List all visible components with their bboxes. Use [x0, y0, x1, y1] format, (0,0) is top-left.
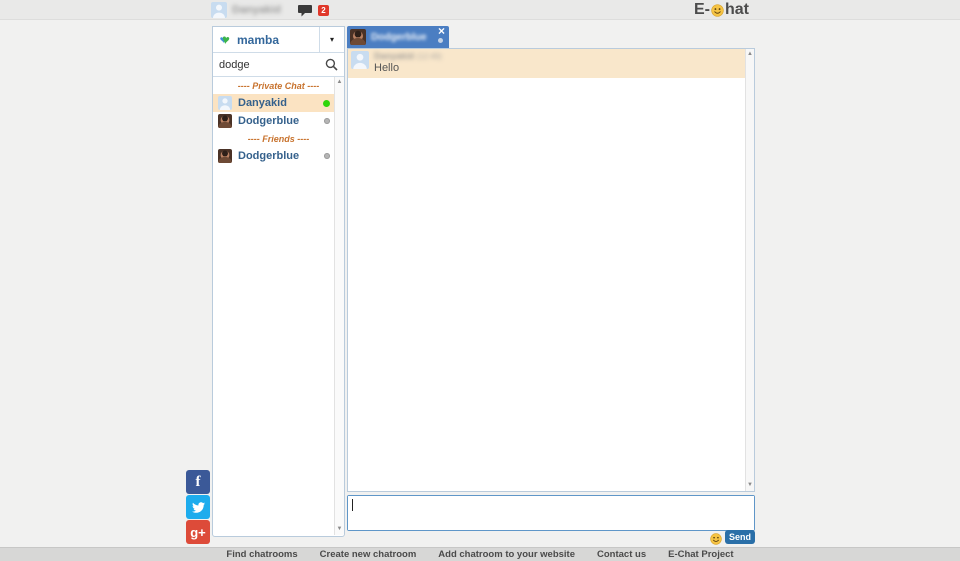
footer-link-contact-us[interactable]: Contact us — [597, 549, 646, 560]
tab-avatar — [350, 29, 366, 45]
group-divider-friends: ---- Friends ---- — [213, 130, 344, 147]
message-row: Danyakid (12:49) Hello — [348, 49, 745, 78]
footer-link-echat-project[interactable]: E-Chat Project — [668, 549, 733, 560]
offline-status-dot — [324, 153, 330, 159]
message-text: Hello — [374, 62, 742, 75]
scroll-down-arrow[interactable]: ▼ — [335, 525, 344, 534]
current-user-chip[interactable]: Danyakid 2 — [211, 2, 329, 18]
offline-status-dot — [324, 118, 330, 124]
tab-title: Dodgerblue — [371, 32, 433, 43]
contact-row-dodgerblue[interactable]: Dodgerblue — [213, 112, 344, 130]
current-user-name: Danyakid — [232, 4, 281, 16]
search-icon[interactable] — [325, 58, 338, 71]
friend-row-dodgerblue[interactable]: Dodgerblue — [213, 147, 344, 165]
message-author-avatar — [351, 51, 369, 69]
scroll-up-arrow[interactable]: ▲ — [335, 78, 344, 87]
facebook-icon[interactable]: f — [186, 470, 210, 494]
message-author-name: Danyakid — [374, 51, 414, 61]
contact-avatar — [218, 149, 232, 163]
logo-text-prefix: E- — [694, 1, 710, 19]
sidebar-scrollbar[interactable]: ▲ ▼ — [334, 77, 344, 535]
scroll-down-arrow[interactable]: ▼ — [746, 481, 754, 490]
contact-avatar — [218, 96, 232, 110]
message-input[interactable] — [348, 496, 754, 530]
footer-link-create-chatroom[interactable]: Create new chatroom — [320, 549, 417, 560]
chat-bubble-icon[interactable] — [298, 4, 312, 16]
network-dropdown-button[interactable]: ▾ — [319, 27, 344, 52]
mamba-hearts-icon: ♥♥ — [213, 32, 237, 47]
group-divider-private-chat: ---- Private Chat ---- — [213, 77, 344, 94]
footer-link-find-chatrooms[interactable]: Find chatrooms — [226, 549, 297, 560]
contact-list: ---- Private Chat ---- Danyakid Dodgerbl… — [213, 77, 344, 536]
send-button[interactable]: Send — [725, 530, 755, 544]
message-timestamp: (12:49) — [417, 52, 442, 61]
chevron-down-icon: ▾ — [330, 35, 334, 44]
tab-status-dot — [438, 38, 443, 43]
network-selector[interactable]: ♥♥ mamba ▾ — [213, 27, 344, 53]
close-icon[interactable]: × — [438, 24, 445, 38]
contact-search — [213, 53, 344, 77]
contact-name: Dodgerblue — [238, 150, 299, 162]
message-composer — [347, 495, 755, 531]
message-panel: Danyakid (12:49) Hello ▲ ▼ — [347, 48, 755, 492]
social-buttons: f g+ — [186, 470, 210, 544]
logo-text-suffix: hat — [725, 1, 749, 19]
unread-count-badge[interactable]: 2 — [318, 5, 329, 16]
contact-name: Dodgerblue — [238, 115, 299, 127]
online-status-dot — [323, 100, 330, 107]
message-body: Danyakid (12:49) Hello — [374, 51, 742, 75]
contacts-sidebar: ♥♥ mamba ▾ ---- Private Chat ---- Danyak… — [212, 26, 345, 537]
footer-link-add-chatroom[interactable]: Add chatroom to your website — [438, 549, 575, 560]
footer-nav: Find chatrooms Create new chatroom Add c… — [0, 547, 960, 561]
smiley-logo-icon — [711, 4, 724, 17]
emoji-picker-icon[interactable] — [710, 532, 722, 544]
messages-scrollbar[interactable]: ▲ ▼ — [745, 49, 754, 491]
message-author-line: Danyakid (12:49) — [374, 51, 742, 62]
top-bar: Danyakid 2 E- hat — [0, 0, 960, 20]
googleplus-icon[interactable]: g+ — [186, 520, 210, 544]
scroll-up-arrow[interactable]: ▲ — [746, 50, 754, 59]
contact-name: Danyakid — [238, 97, 287, 109]
chat-tab-dodgerblue[interactable]: Dodgerblue × — [347, 26, 449, 48]
contact-row-danyakid[interactable]: Danyakid — [213, 94, 344, 112]
contact-avatar — [218, 114, 232, 128]
network-name: mamba — [237, 33, 319, 47]
echat-logo: E- hat — [694, 1, 749, 19]
twitter-icon[interactable] — [186, 495, 210, 519]
text-caret — [352, 499, 353, 511]
current-user-avatar — [211, 2, 227, 18]
tab-controls: × — [433, 26, 449, 48]
